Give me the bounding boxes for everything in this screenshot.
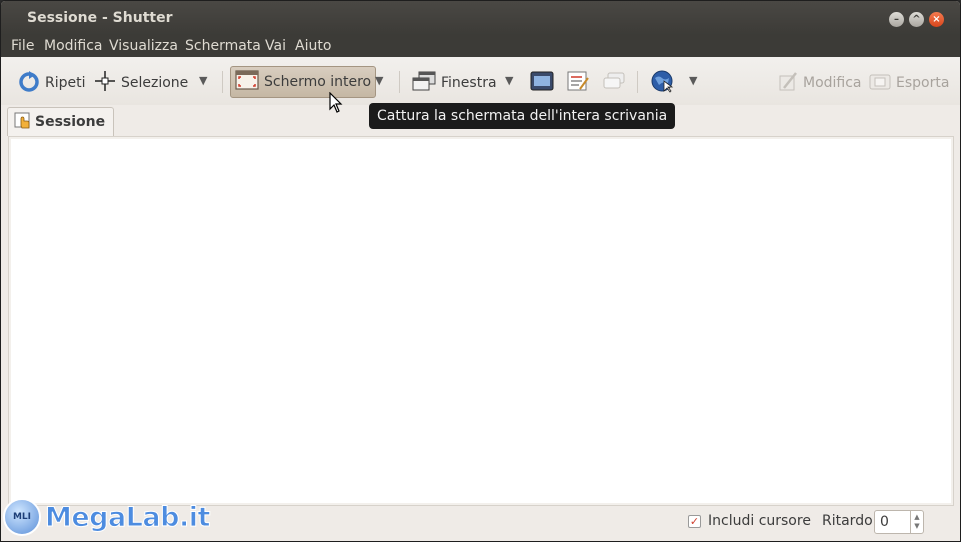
include-cursor-checkbox[interactable]: ✓ (688, 515, 701, 528)
fullscreen-label: Schermo intero (264, 74, 372, 90)
menu-bar: File Modifica Visualizza Schermata Vai A… (1, 35, 960, 57)
menu-icon (566, 70, 590, 96)
export-label: Esporta (896, 75, 950, 91)
tooltip-capture-button[interactable] (602, 67, 626, 99)
megalab-watermark: MLI MegaLab.it (3, 497, 211, 537)
fullscreen-icon (235, 70, 259, 94)
toolbar-separator (637, 71, 638, 93)
delay-spinbox[interactable]: 0 ▲ ▼ (874, 510, 924, 534)
selection-label: Selezione (121, 75, 189, 91)
close-button[interactable]: × (929, 12, 944, 27)
delay-value[interactable]: 0 (880, 514, 889, 530)
menu-file[interactable]: File (11, 38, 34, 54)
include-cursor-label[interactable]: Includi cursore (708, 513, 811, 529)
export-button[interactable]: Esporta (869, 67, 949, 99)
tab-sessione[interactable]: Sessione (7, 107, 115, 136)
web-icon (650, 69, 674, 97)
section-icon (530, 70, 554, 96)
menu-capture-button[interactable] (566, 67, 590, 99)
edit-label: Modifica (803, 75, 862, 91)
menu-schermata[interactable]: Schermata (185, 38, 261, 54)
edit-icon (776, 70, 798, 96)
session-icon (14, 111, 32, 133)
export-icon (869, 70, 891, 96)
toolbar-separator (222, 71, 223, 93)
tooltip-text: Cattura la schermata dell'intera scrivan… (377, 108, 668, 124)
menu-vai[interactable]: Vai (265, 38, 286, 54)
shutter-window: Sessione - Shutter – ^ × File Modifica V… (0, 0, 961, 542)
fullscreen-tooltip: Cattura la schermata dell'intera scrivan… (369, 103, 676, 129)
fullscreen-button[interactable]: Schermo intero (230, 66, 377, 98)
repeat-label: Ripeti (45, 75, 86, 91)
window-title: Sessione - Shutter (27, 10, 173, 26)
tooltip-icon (602, 70, 626, 96)
maximize-button[interactable]: ^ (909, 12, 924, 27)
web-capture-button[interactable] (650, 67, 674, 99)
delay-label: Ritardo: (822, 513, 878, 529)
window-label: Finestra (441, 75, 497, 91)
window-icon (412, 71, 436, 95)
section-capture-button[interactable] (530, 67, 554, 99)
watermark-text: MegaLab.it (45, 501, 211, 533)
fullscreen-dropdown-arrow[interactable]: ▼ (375, 74, 383, 87)
crosshair-icon (94, 70, 116, 96)
title-bar[interactable]: Sessione - Shutter – ^ × (1, 1, 960, 35)
tab-label: Sessione (35, 114, 106, 130)
spin-up-icon[interactable]: ▲ (914, 513, 919, 522)
spin-down-icon[interactable]: ▼ (914, 522, 919, 531)
megalab-logo-icon: MLI (3, 498, 41, 536)
repeat-button[interactable]: Ripeti (18, 67, 86, 99)
edit-button[interactable]: Modifica (776, 67, 862, 99)
toolbar: Ripeti Selezione ▼ Schermo intero ▼ Fine… (1, 57, 960, 105)
selection-dropdown-arrow[interactable]: ▼ (199, 74, 207, 87)
menu-aiuto[interactable]: Aiuto (295, 38, 331, 54)
mouse-pointer-icon (329, 91, 343, 118)
menu-modifica[interactable]: Modifica (44, 38, 103, 54)
selection-button[interactable]: Selezione (94, 67, 188, 99)
session-content-area[interactable] (8, 136, 954, 506)
minimize-button[interactable]: – (889, 12, 904, 27)
refresh-icon (18, 70, 40, 96)
web-dropdown-arrow[interactable]: ▼ (689, 74, 697, 87)
delay-spin-buttons[interactable]: ▲ ▼ (910, 511, 923, 533)
window-button[interactable]: Finestra (412, 67, 497, 99)
window-dropdown-arrow[interactable]: ▼ (505, 74, 513, 87)
toolbar-separator (399, 71, 400, 93)
menu-visualizza[interactable]: Visualizza (109, 38, 178, 54)
